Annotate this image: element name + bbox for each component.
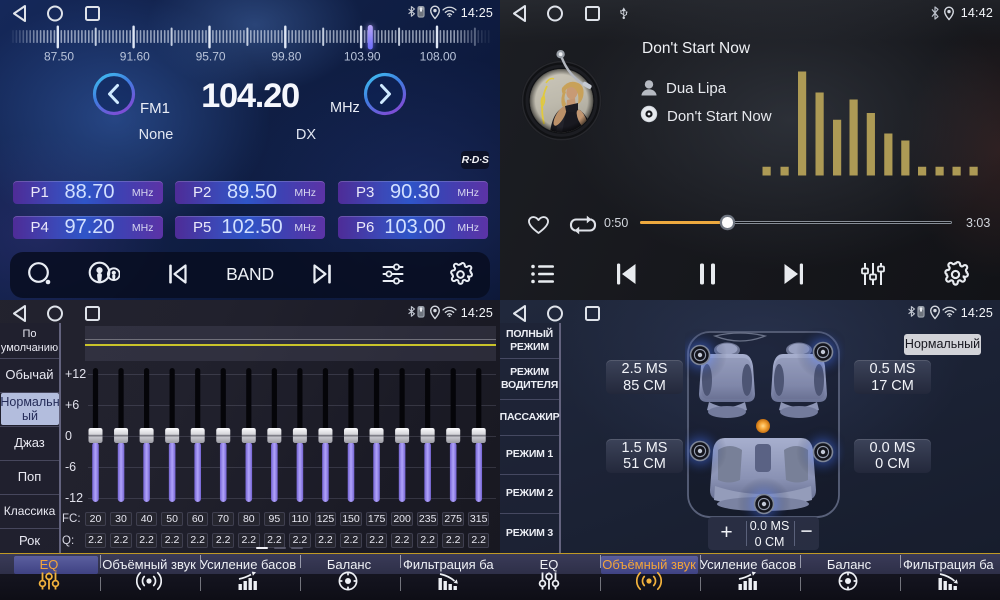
svg-text:108.00: 108.00 bbox=[420, 50, 457, 64]
svg-text:99.80: 99.80 bbox=[271, 50, 301, 64]
svg-text:103.90: 103.90 bbox=[344, 50, 381, 64]
svg-text:95.70: 95.70 bbox=[196, 50, 226, 64]
svg-text:91.60: 91.60 bbox=[120, 50, 150, 64]
svg-text:87.50: 87.50 bbox=[44, 50, 74, 64]
